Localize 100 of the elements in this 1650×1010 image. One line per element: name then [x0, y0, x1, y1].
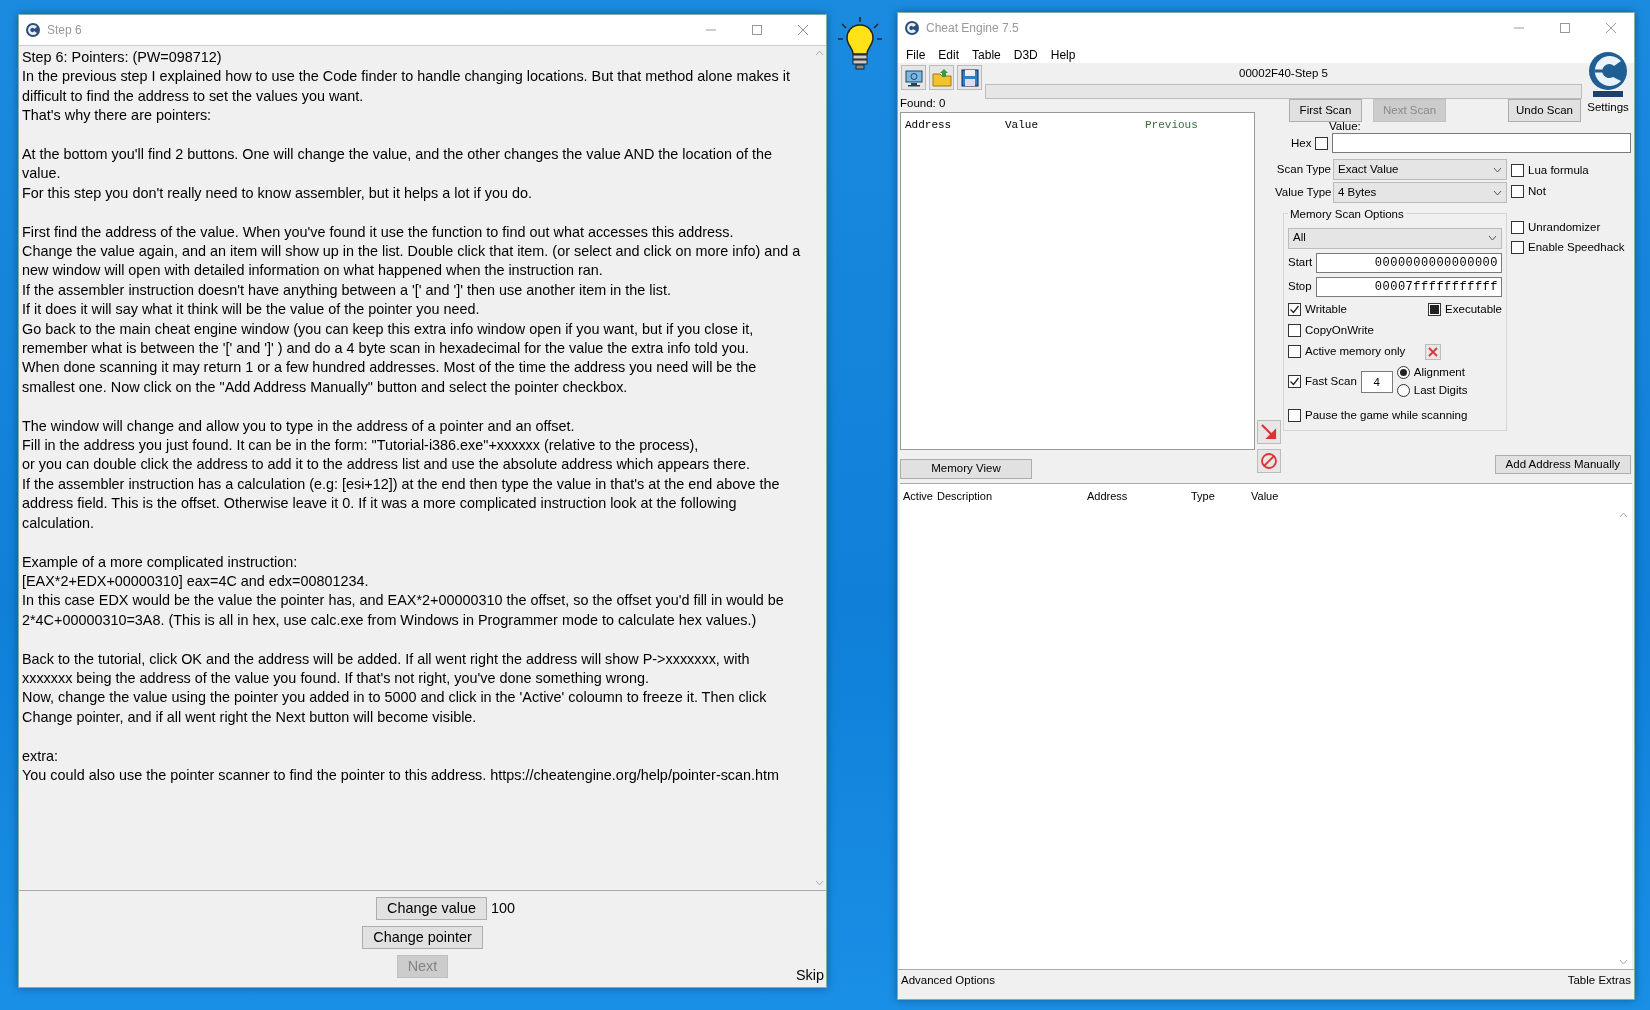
- text-line: or you can double click the address to add it to the address list and use the absolute address which appears there.: [22, 455, 751, 475]
- scan-button[interactable]: First Scan: [1289, 99, 1362, 123]
- column-header: Active: [903, 488, 934, 504]
- column-header: Address: [905, 118, 953, 134]
- checkbox[interactable]: [1288, 345, 1301, 359]
- checkbox[interactable]: [1511, 220, 1524, 234]
- maximize-icon[interactable]: [1560, 23, 1570, 33]
- menu-item[interactable]: File: [906, 46, 926, 60]
- window-title: Cheat Engine 7.5: [926, 20, 1020, 37]
- text-line: Go back to the main cheat engine window (you can keep this extra info window open if you want, but if you close it, remember what is between the '[' and ']' ) and do a 4 byte scan in hexadecimal for the value the extra info told you.: [22, 319, 755, 359]
- dropdown-value: All: [1293, 230, 1306, 246]
- toolbar-button[interactable]: [901, 65, 926, 90]
- text-line: In the previous step I explained how to use the Code finder to handle changing locations. But that method alone makes it difficult to find the address to set the values you want.: [22, 67, 791, 106]
- text-line: [EAX*2+EDX+00000310] eax=4C and edx=00801234.: [22, 571, 370, 591]
- checkbox-label: Lua formula: [1528, 163, 1589, 179]
- radio-label: Alignment: [1413, 365, 1465, 381]
- text-line: Change the value again, and an item will show up in the list. Double click that item. (or select and click on more info) and a new window will open with detailed information on what happened when the instruction ran.: [22, 242, 802, 281]
- clear-button[interactable]: [1425, 343, 1442, 360]
- hex-checkbox[interactable]: [1315, 136, 1329, 150]
- value-label: 100: [490, 898, 515, 918]
- app-logo-icon: [25, 22, 41, 38]
- value-field[interactable]: [1332, 133, 1631, 154]
- menu-item[interactable]: Edit: [938, 46, 960, 60]
- checkbox[interactable]: [1428, 302, 1442, 316]
- close-icon: [1428, 346, 1439, 357]
- text-line: If the assembler instruction doesn't have anything between a '[' and ']' then use another item in the list.: [22, 280, 672, 300]
- dropdown-label: Value Type: [1275, 185, 1331, 201]
- stop-button[interactable]: [1257, 448, 1281, 473]
- text-line: First find the address of the value. When you've found it use the function to find out what accesses this address.: [22, 222, 735, 242]
- text-line: Fill in the address you just found. It can be in the form: "Tutorial-i386.exe"+xxxxxx (relative to the process),: [22, 436, 700, 456]
- prohibited-icon: [1260, 451, 1278, 470]
- text-line: In this case EDX would be the value the pointer has, and EAX*2+00000310 the offset, so the offset you'd fill in would be 2*4C+00000310=3A8. (This is all in hex, use calc.exe from Windows in Programmer mode to calculate hex values.): [22, 591, 785, 630]
- dropdown-value: 4 Bytes: [1338, 185, 1377, 201]
- lightbulb-icon: [837, 16, 883, 72]
- menu-item[interactable]: Table: [972, 46, 1001, 60]
- process-name: 00002F40-Step 5: [1239, 66, 1328, 81]
- scan-button[interactable]: Undo Scan: [1508, 99, 1581, 123]
- arrow-icon: [1260, 422, 1278, 441]
- stop-address-field[interactable]: 00007fffffffffff: [1316, 276, 1502, 297]
- caret-icon: [1493, 166, 1502, 173]
- table-extras-link[interactable]: Table Extras: [1567, 972, 1631, 989]
- window-title: Step 6: [47, 22, 83, 39]
- text-line: Step 6: Pointers: (PW=098712): [22, 48, 223, 67]
- add-address-button[interactable]: Add Address Manually: [1494, 455, 1631, 475]
- text-line: Example of a more complicated instruction:: [22, 552, 299, 572]
- column-header: Previous: [1145, 118, 1199, 134]
- hex-label: Hex: [1291, 135, 1312, 151]
- text-line: If it does it will say what it think will be the value of the pointer you need.: [22, 300, 481, 320]
- checkbox[interactable]: [1511, 164, 1524, 178]
- monitor-icon: [903, 67, 924, 88]
- checkbox-label: Unrandomizer: [1528, 219, 1601, 235]
- checkbox[interactable]: [1288, 302, 1301, 316]
- checkbox[interactable]: [1511, 241, 1524, 255]
- checkbox-label: Fast Scan: [1305, 373, 1357, 389]
- maximize-icon[interactable]: [752, 25, 762, 35]
- caret-icon: [1493, 189, 1502, 196]
- checkbox-label: Active memory only: [1305, 344, 1406, 359]
- region-dropdown[interactable]: All: [1288, 227, 1502, 249]
- column-header: Description: [937, 488, 994, 504]
- add-to-list-button[interactable]: [1257, 419, 1281, 444]
- checkbox-label: Enable Speedhack: [1528, 240, 1625, 255]
- advanced-options-link[interactable]: Advanced Options: [901, 972, 995, 989]
- checkbox-label: Writable: [1305, 301, 1347, 317]
- checkbox-label: Pause the game while scanning: [1305, 407, 1468, 423]
- column-header: Address: [1087, 488, 1129, 504]
- checkbox[interactable]: [1288, 323, 1301, 337]
- menu-item[interactable]: D3D: [1013, 46, 1038, 60]
- radio-label: Last Digits: [1413, 382, 1468, 398]
- toolbar-button[interactable]: [957, 65, 982, 90]
- menu-item[interactable]: Help: [1050, 46, 1076, 60]
- checkbox[interactable]: [1288, 375, 1301, 388]
- value-type-dropdown[interactable]: 4 Bytes: [1333, 182, 1507, 204]
- column-header: Value: [1251, 488, 1280, 504]
- skip-link[interactable]: Skip: [796, 965, 824, 987]
- scan-type-dropdown[interactable]: Exact Value: [1333, 159, 1507, 181]
- found-count: Found: 0: [900, 96, 947, 111]
- column-header: Type: [1191, 488, 1216, 504]
- change-pointer-button[interactable]: Change pointer: [362, 926, 483, 949]
- checkbox-label: Not: [1528, 183, 1546, 199]
- checkbox[interactable]: [1511, 184, 1524, 198]
- change-value-button[interactable]: Change value: [376, 897, 487, 920]
- text-line: Back to the tutorial, click OK and the address will be added. If all went right the address will show P->xxxxxxx, with xxxxxxx being the address of the value you found. If that's not right, you've done something wrong.: [22, 649, 751, 688]
- start-address-field[interactable]: 0000000000000000: [1316, 252, 1502, 273]
- close-icon[interactable]: [798, 25, 808, 35]
- checkbox-label: CopyOnWrite: [1305, 322, 1374, 338]
- column-header: Value: [1005, 118, 1039, 134]
- text-line: You could also use the pointer scanner to find the pointer to this address. https://cheatengine.org/help/pointer-scan.htm: [22, 765, 781, 785]
- memory-view-button[interactable]: Memory View: [900, 459, 1032, 479]
- fast-scan-field[interactable]: 4: [1360, 370, 1393, 393]
- dropdown-value: Exact Value: [1338, 162, 1399, 178]
- folder-icon: [931, 67, 952, 88]
- caret-icon: [1488, 235, 1497, 241]
- radio-button[interactable]: [1396, 366, 1410, 380]
- value-label: Value:: [1329, 120, 1361, 134]
- radio-button[interactable]: [1396, 383, 1410, 397]
- settings-label[interactable]: Settings: [1587, 99, 1629, 117]
- text-line: extra:: [22, 746, 59, 766]
- close-icon[interactable]: [1606, 23, 1616, 33]
- checkbox[interactable]: [1288, 408, 1301, 422]
- app-logo-icon: [904, 20, 920, 36]
